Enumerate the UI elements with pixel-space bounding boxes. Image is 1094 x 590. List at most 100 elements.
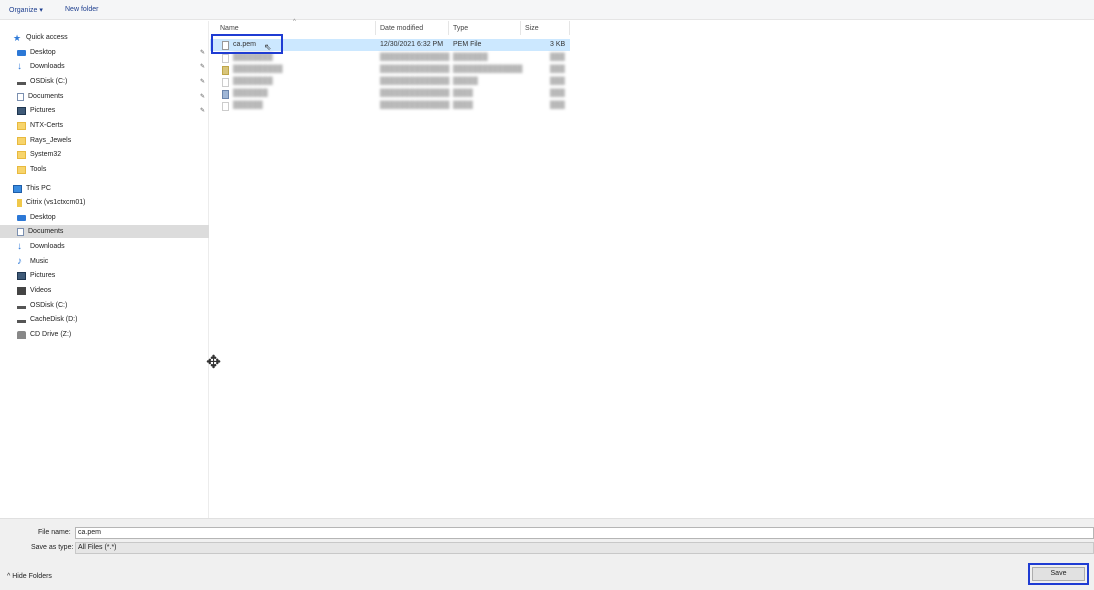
- highlight-box-file: [211, 34, 283, 54]
- file-date: 12/30/2021 6:32 PM: [380, 41, 444, 48]
- file-type: PEM File: [453, 41, 482, 48]
- move-cursor-icon: ✥: [206, 352, 222, 372]
- nav-pictures[interactable]: Pictures: [0, 269, 209, 282]
- nav-item-label: NTX-Certs: [30, 122, 64, 129]
- nav-item-label: Downloads: [30, 243, 65, 250]
- file-row[interactable]: ███████ ██████████████ ████ ███: [210, 88, 570, 100]
- nav-ntx-certs[interactable]: NTX-Certs: [0, 119, 209, 132]
- documents-icon: [17, 227, 24, 236]
- pin-icon[interactable]: ✎: [200, 107, 205, 114]
- save-button[interactable]: Save: [1032, 567, 1085, 581]
- nav-item-label: Pictures: [30, 272, 56, 279]
- column-divider[interactable]: [448, 21, 449, 35]
- file-name: ████████: [233, 54, 273, 61]
- file-row[interactable]: ██████████ ██████████████ ██████████████…: [210, 64, 570, 76]
- cd-drive-icon: [17, 330, 26, 339]
- file-name: ███████: [233, 90, 268, 97]
- nav-osdisk[interactable]: OSDisk (C:): [0, 299, 209, 312]
- file-row[interactable]: ██████ ██████████████ ████ ███: [210, 100, 570, 112]
- nav-desktop[interactable]: Desktop: [0, 211, 209, 224]
- folder-icon: [17, 121, 26, 130]
- nav-item-label: Desktop: [30, 49, 56, 56]
- folder-icon: [17, 136, 26, 145]
- column-header-date[interactable]: Date modified: [380, 25, 423, 32]
- folder-icon: [17, 150, 26, 159]
- file-type: ███████: [453, 54, 488, 61]
- nav-desktop-quick[interactable]: Desktop ✎: [0, 46, 209, 59]
- nav-downloads-quick[interactable]: ↓ Downloads ✎: [0, 60, 209, 73]
- file-date: ██████████████: [380, 78, 450, 85]
- column-header-size[interactable]: Size: [525, 25, 539, 32]
- nav-item-label: Documents: [28, 93, 64, 100]
- pin-icon[interactable]: ✎: [200, 78, 205, 85]
- file-date: ██████████████: [380, 66, 450, 73]
- desktop-folder-icon: [17, 214, 26, 221]
- nav-item-label: Citrix (vs1ctxcm01): [26, 199, 86, 206]
- download-arrow-icon: ↓: [17, 60, 22, 72]
- file-name: ██████████: [233, 66, 283, 73]
- column-divider[interactable]: [375, 21, 376, 35]
- nav-quick-access[interactable]: ★ Quick access: [0, 31, 209, 44]
- nav-system32[interactable]: System32: [0, 148, 209, 161]
- file-name: ████████: [233, 78, 273, 85]
- computer-icon: [13, 184, 22, 193]
- nav-item-label: This PC: [26, 185, 51, 192]
- nav-documents-quick[interactable]: Documents ✎: [0, 90, 209, 103]
- star-icon: ★: [13, 32, 22, 43]
- nav-pictures-quick[interactable]: Pictures ✎: [0, 104, 209, 117]
- nav-item-label: Tools: [30, 166, 47, 173]
- folder-icon: [17, 165, 26, 174]
- mouse-pointer-icon: ⇖: [264, 42, 272, 52]
- file-row[interactable]: ████████ ██████████████ █████ ███: [210, 76, 570, 88]
- navigation-pane: ★ Quick access Desktop ✎ ↓ Downloads ✎ O…: [0, 21, 209, 518]
- file-size: 3 KB: [550, 41, 566, 48]
- nav-item-label: OSDisk (C:): [30, 302, 68, 309]
- pictures-icon: [17, 106, 26, 115]
- nav-item-label: Rays_Jewels: [30, 137, 72, 144]
- hide-folders-button[interactable]: ^ Hide Folders: [7, 573, 52, 580]
- file-name: ██████: [233, 102, 263, 109]
- nav-item-label: Downloads: [30, 63, 65, 70]
- file-type: ██████████████: [453, 66, 523, 73]
- nav-videos[interactable]: Videos: [0, 284, 209, 297]
- column-header-name[interactable]: Name: [220, 25, 239, 32]
- column-header-type[interactable]: Type: [453, 25, 468, 32]
- column-divider[interactable]: [569, 21, 570, 35]
- nav-music[interactable]: ♪ Music: [0, 255, 209, 268]
- nav-this-pc[interactable]: This PC: [0, 182, 209, 195]
- file-list: ^ Name Date modified Type Size ca.pem 12…: [210, 19, 1094, 518]
- pin-icon[interactable]: ✎: [200, 49, 205, 56]
- pictures-icon: [17, 271, 26, 280]
- nav-tools[interactable]: Tools: [0, 163, 209, 176]
- videos-icon: [17, 286, 26, 295]
- download-arrow-icon: ↓: [17, 240, 22, 252]
- column-divider[interactable]: [520, 21, 521, 35]
- file-icon: [222, 90, 229, 99]
- nav-cd-drive[interactable]: CD Drive (Z:): [0, 328, 209, 341]
- pin-icon[interactable]: ✎: [200, 63, 205, 70]
- music-icon: ♪: [17, 255, 22, 267]
- file-date: ██████████████: [380, 102, 450, 109]
- file-icon: [222, 102, 229, 111]
- nav-downloads[interactable]: ↓ Downloads: [0, 240, 209, 253]
- file-size: ███: [550, 90, 565, 97]
- file-name-input[interactable]: ca.pem: [75, 527, 1094, 539]
- save-as-type-select[interactable]: All Files (*.*): [75, 542, 1094, 554]
- save-panel: File name: ca.pem Save as type: All File…: [0, 518, 1094, 590]
- nav-item-label: CD Drive (Z:): [30, 331, 72, 338]
- nav-osdisk-quick[interactable]: OSDisk (C:) ✎: [0, 75, 209, 88]
- nav-cachedisk[interactable]: CacheDisk (D:): [0, 313, 209, 326]
- file-size: ███: [550, 78, 565, 85]
- pin-icon[interactable]: ✎: [200, 93, 205, 100]
- nav-documents[interactable]: Documents: [0, 225, 209, 238]
- nav-item-label: System32: [30, 151, 62, 158]
- file-type: ████: [453, 90, 473, 97]
- nav-rays-jewels[interactable]: Rays_Jewels: [0, 134, 209, 147]
- file-size: ███: [550, 66, 565, 73]
- organize-button[interactable]: Organize ▾: [9, 6, 43, 14]
- nav-item-label: Pictures: [30, 107, 56, 114]
- nav-citrix[interactable]: Citrix (vs1ctxcm01): [0, 196, 209, 209]
- command-bar: Organize ▾ New folder: [0, 0, 1094, 20]
- usb-drive-icon: [17, 198, 22, 207]
- new-folder-button[interactable]: New folder: [65, 6, 98, 13]
